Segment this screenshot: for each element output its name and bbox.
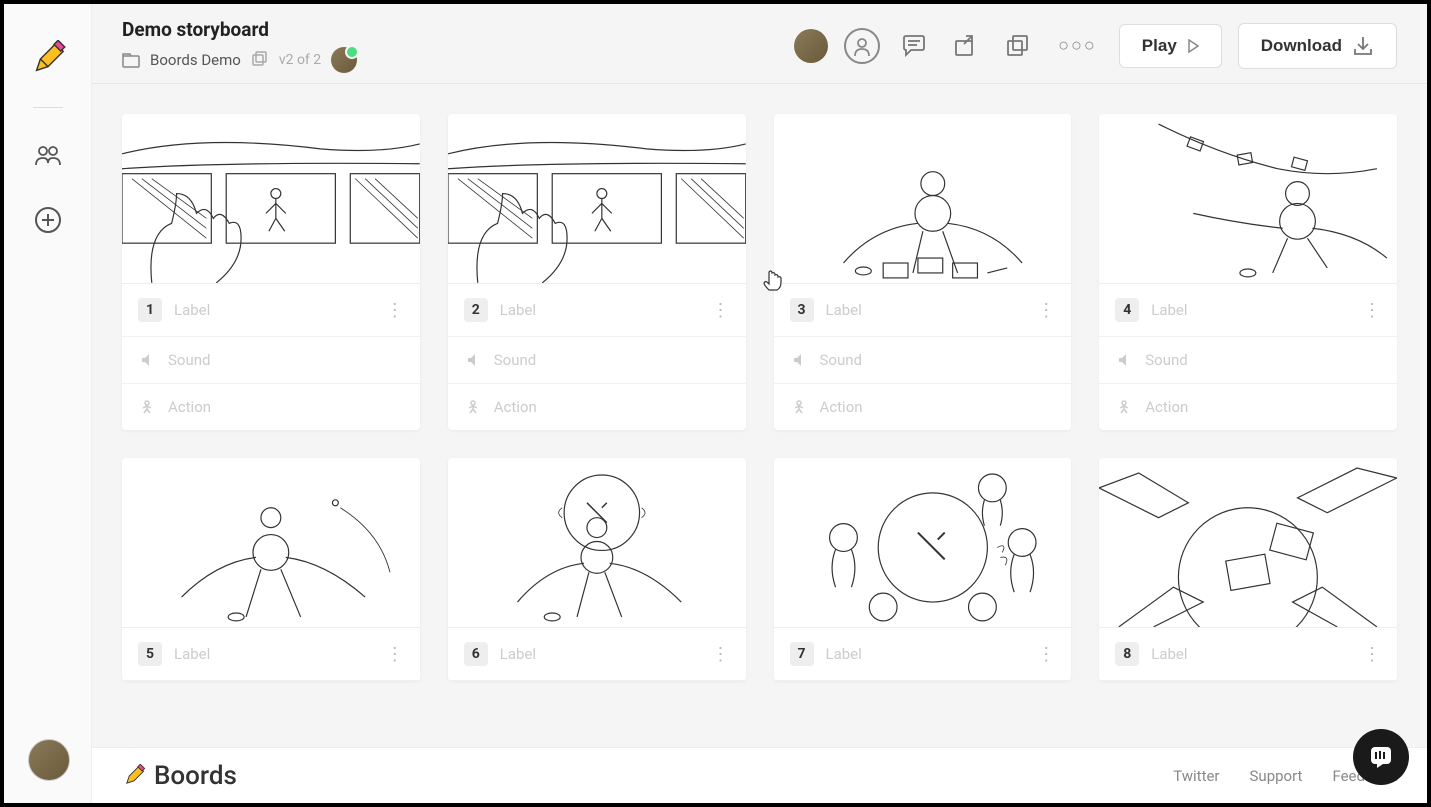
frame-number-badge: 3 [790, 298, 814, 322]
frame-action-input[interactable]: Action [1145, 398, 1188, 416]
frame-card[interactable]: 2 Label ⋮ Sound Action [448, 114, 746, 430]
header: Demo storyboard Boords Demo [92, 4, 1427, 84]
sound-icon [464, 353, 482, 367]
duplicate-icon[interactable] [1000, 28, 1036, 64]
owner-avatar[interactable] [331, 47, 357, 73]
frame-label-input[interactable]: Label [1151, 301, 1351, 319]
frame-card[interactable]: 1 Label ⋮ Sound Action [122, 114, 420, 430]
footer-link-support[interactable]: Support [1250, 767, 1303, 785]
pencil-logo-icon[interactable] [28, 39, 68, 79]
frame-action-input[interactable]: Action [168, 398, 211, 416]
content-grid-area: 1 Label ⋮ Sound Action [92, 84, 1427, 803]
main-area: Demo storyboard Boords Demo [92, 4, 1427, 803]
frame-number-badge: 4 [1115, 298, 1139, 322]
footer-logo[interactable]: Boords [122, 761, 237, 791]
page-title: Demo storyboard [122, 18, 357, 41]
download-button-label: Download [1261, 36, 1342, 56]
frame-label-input[interactable]: Label [826, 301, 1026, 319]
frame-card[interactable]: 6 Label ⋮ [448, 458, 746, 681]
profile-icon[interactable] [844, 28, 880, 64]
play-icon [1187, 39, 1199, 53]
frame-number-badge: 6 [464, 642, 488, 666]
frame-label-input[interactable]: Label [826, 645, 1026, 663]
download-button[interactable]: Download [1238, 23, 1397, 69]
more-options-icon[interactable]: ○○○ [1052, 35, 1103, 56]
frame-more-icon[interactable]: ⋮ [386, 300, 404, 321]
sound-icon [790, 353, 808, 367]
pencil-icon [122, 764, 146, 788]
frame-thumbnail[interactable] [774, 458, 1072, 628]
frame-label-input[interactable]: Label [500, 301, 700, 319]
frame-label-input[interactable]: Label [1151, 645, 1351, 663]
footer: Boords Twitter Support Feedback [92, 747, 1427, 803]
share-icon[interactable] [948, 28, 984, 64]
action-icon [790, 400, 808, 414]
frame-thumbnail[interactable] [122, 114, 420, 284]
action-icon [464, 400, 482, 414]
footer-brand: Boords [154, 761, 237, 791]
frame-thumbnail[interactable] [448, 458, 746, 628]
frame-number-badge: 1 [138, 298, 162, 322]
frame-number-badge: 5 [138, 642, 162, 666]
frame-sound-input[interactable]: Sound [1145, 351, 1187, 369]
frame-more-icon[interactable]: ⋮ [1037, 644, 1055, 665]
action-icon [138, 400, 156, 414]
frame-thumbnail[interactable] [1099, 114, 1397, 284]
download-icon [1352, 35, 1374, 57]
frame-card[interactable]: 5 Label ⋮ [122, 458, 420, 681]
breadcrumb: Boords Demo v2 of 2 [122, 47, 357, 73]
account-avatar[interactable] [28, 739, 70, 781]
frame-card[interactable]: 7 Label ⋮ [774, 458, 1072, 681]
sidebar [4, 4, 92, 803]
frame-more-icon[interactable]: ⋮ [712, 644, 730, 665]
frame-sound-input[interactable]: Sound [168, 351, 210, 369]
frame-label-input[interactable]: Label [174, 645, 374, 663]
version-text: v2 of 2 [279, 52, 321, 68]
frame-more-icon[interactable]: ⋮ [1363, 300, 1381, 321]
sound-icon [138, 353, 156, 367]
frame-action-input[interactable]: Action [820, 398, 863, 416]
sound-icon [1115, 353, 1133, 367]
play-button[interactable]: Play [1119, 24, 1222, 68]
comments-icon[interactable] [896, 28, 932, 64]
frame-sound-input[interactable]: Sound [820, 351, 862, 369]
versions-icon[interactable] [251, 51, 269, 69]
frame-more-icon[interactable]: ⋮ [386, 644, 404, 665]
frame-thumbnail[interactable] [1099, 458, 1397, 628]
folder-icon [122, 52, 140, 68]
frame-card[interactable]: 4 Label ⋮ Sound Action [1099, 114, 1397, 430]
frame-thumbnail[interactable] [774, 114, 1072, 284]
intercom-chat-icon[interactable] [1353, 729, 1409, 785]
play-button-label: Play [1142, 36, 1177, 56]
sidebar-divider [33, 107, 63, 108]
frame-number-badge: 2 [464, 298, 488, 322]
project-name[interactable]: Boords Demo [150, 51, 241, 69]
frame-card[interactable]: 8 Label ⋮ [1099, 458, 1397, 681]
frame-more-icon[interactable]: ⋮ [712, 300, 730, 321]
team-icon[interactable] [28, 136, 68, 176]
footer-link-twitter[interactable]: Twitter [1173, 767, 1219, 785]
frame-thumbnail[interactable] [122, 458, 420, 628]
frame-sound-input[interactable]: Sound [494, 351, 536, 369]
frame-more-icon[interactable]: ⋮ [1363, 644, 1381, 665]
user-avatar[interactable] [794, 29, 828, 63]
frame-label-input[interactable]: Label [500, 645, 700, 663]
frame-label-input[interactable]: Label [174, 301, 374, 319]
frame-card[interactable]: 3 Label ⋮ Sound Action [774, 114, 1072, 430]
frame-thumbnail[interactable] [448, 114, 746, 284]
frame-action-input[interactable]: Action [494, 398, 537, 416]
frame-more-icon[interactable]: ⋮ [1037, 300, 1055, 321]
frame-number-badge: 7 [790, 642, 814, 666]
action-icon [1115, 400, 1133, 414]
frame-number-badge: 8 [1115, 642, 1139, 666]
add-icon[interactable] [28, 200, 68, 240]
